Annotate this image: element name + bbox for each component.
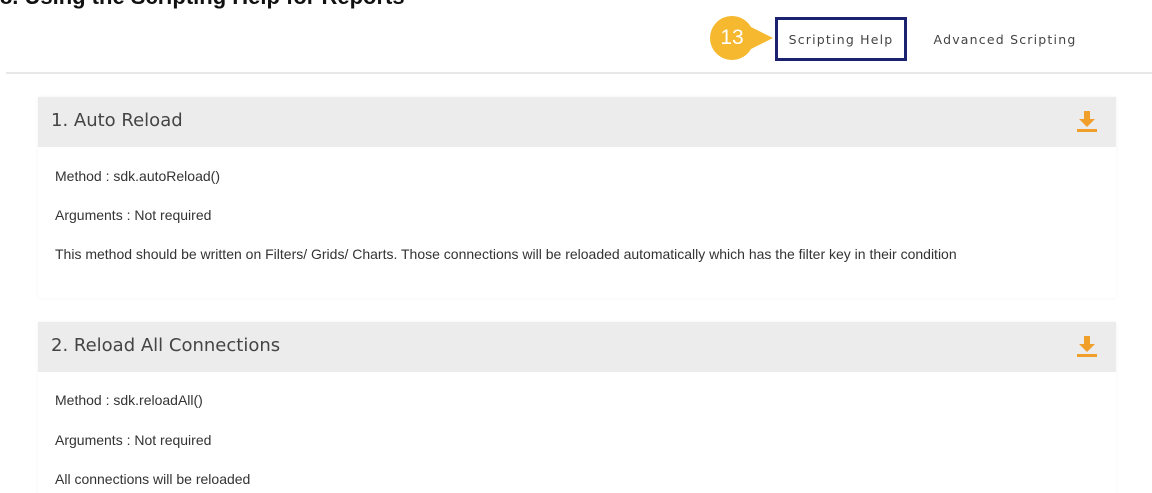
tab-advanced-scripting[interactable]: Advanced Scripting: [915, 17, 1095, 61]
arguments-text: Arguments : Not required: [55, 432, 212, 448]
section-header[interactable]: 1. Auto Reload: [38, 97, 1116, 147]
arguments-text: Arguments : Not required: [55, 207, 212, 223]
section-title: 2. Reload All Connections: [51, 335, 281, 356]
header-divider: [6, 72, 1152, 74]
section-auto-reload: 1. Auto Reload Method : sdk.autoReload()…: [38, 97, 1116, 298]
header-bar: 13 Scripting Help Advanced Scripting: [0, 0, 1152, 74]
method-text: Method : sdk.reloadAll(): [55, 392, 203, 408]
step-callout-badge: 13: [705, 16, 775, 60]
tab-scripting-help[interactable]: Scripting Help: [775, 17, 907, 61]
description-text: This method should be written on Filters…: [55, 246, 957, 262]
description-text: All connections will be reloaded: [55, 471, 251, 487]
section-header[interactable]: 2. Reload All Connections: [38, 322, 1116, 372]
section-reload-all-connections: 2. Reload All Connections Method : sdk.r…: [38, 322, 1116, 493]
download-icon[interactable]: [1076, 110, 1098, 132]
download-icon[interactable]: [1076, 335, 1098, 357]
scripting-help-page: 8. Using the Scripting Help for Reports …: [0, 0, 1152, 493]
section-title: 1. Auto Reload: [51, 110, 183, 131]
callout-number: 13: [720, 26, 744, 49]
method-text: Method : sdk.autoReload(): [55, 168, 220, 184]
